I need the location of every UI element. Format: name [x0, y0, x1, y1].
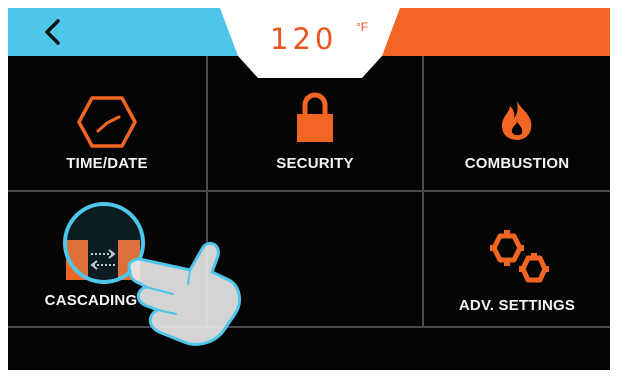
- device-screen: 120 °F TIME/DATE SECURITY COMBUSTION CAS…: [8, 8, 610, 370]
- tile-security-label: SECURITY: [276, 155, 354, 172]
- temperature-value: 120: [270, 22, 338, 56]
- flame-icon: [501, 100, 532, 140]
- tile-time-date-label: TIME/DATE: [66, 155, 148, 172]
- clock-icon: [77, 96, 137, 148]
- tile-adv-settings-label: ADV. SETTINGS: [458, 297, 576, 314]
- tile-empty: [208, 192, 422, 326]
- lock-icon: [297, 92, 333, 142]
- tile-security[interactable]: SECURITY: [208, 56, 422, 190]
- grid-divider: [8, 326, 610, 328]
- tile-cascading[interactable]: CASCADING: [8, 192, 206, 326]
- tile-combustion[interactable]: COMBUSTION: [424, 56, 610, 190]
- tile-time-date[interactable]: TIME/DATE: [8, 56, 206, 190]
- tile-combustion-label: COMBUSTION: [464, 155, 570, 172]
- cascading-icon: [66, 240, 140, 280]
- gears-icon: [490, 230, 549, 283]
- tile-cascading-label: CASCADING: [44, 292, 138, 309]
- back-button[interactable]: [34, 16, 74, 48]
- chevron-left-icon: [45, 19, 60, 45]
- tile-adv-settings[interactable]: ADV. SETTINGS: [424, 192, 610, 326]
- temperature-unit: °F: [356, 20, 369, 34]
